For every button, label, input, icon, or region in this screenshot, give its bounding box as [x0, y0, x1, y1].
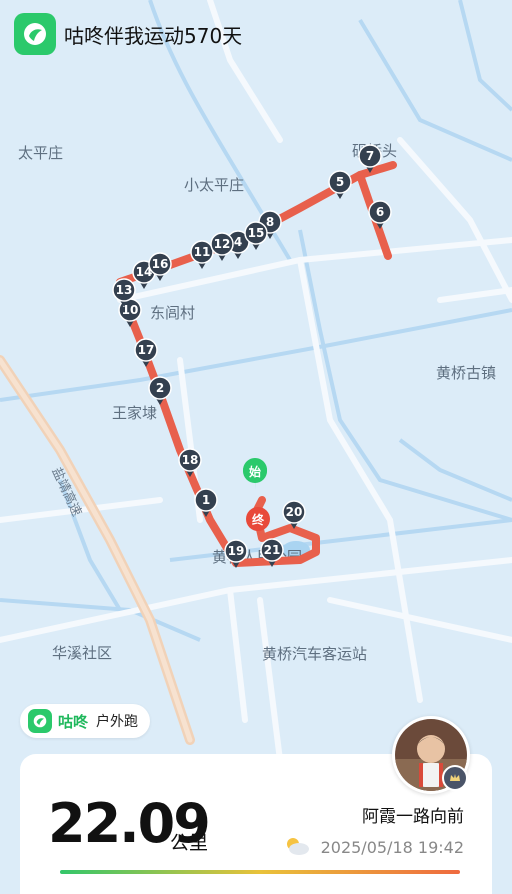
route-marker-label: 21	[264, 543, 281, 557]
route-marker-label: 8	[266, 215, 274, 229]
partly-cloudy-icon	[287, 838, 309, 855]
route-marker-label: 17	[138, 343, 155, 357]
crown-badge-icon	[442, 765, 468, 791]
end-marker[interactable]: 终	[246, 507, 270, 531]
place-label: 黄桥汽车客运站	[262, 645, 367, 663]
route-marker-label: 19	[228, 544, 245, 558]
route-marker-label: 11	[194, 245, 211, 259]
route-marker-label: 6	[376, 205, 384, 219]
route-marker-label: 1	[202, 493, 210, 507]
route-marker-label: 7	[366, 149, 374, 163]
route-marker-label: 2	[156, 381, 164, 395]
place-label: 小太平庄	[184, 176, 244, 194]
place-label: 华溪社区	[52, 644, 112, 662]
pace-gradient-bar	[60, 870, 460, 874]
header: 咕咚伴我运动570天	[14, 12, 242, 56]
brand-name: 咕咚	[58, 712, 89, 731]
distance-unit: 公里	[170, 832, 209, 854]
end-label: 终	[252, 512, 265, 527]
activity-type-badge: 咕咚 户外跑	[20, 704, 151, 738]
route-marker-label: 16	[152, 257, 169, 271]
place-label: 太平庄	[18, 144, 63, 162]
route-marker-label: 18	[182, 453, 199, 467]
username: 阿霞一路向前	[362, 807, 464, 827]
place-label: 王家埭	[112, 404, 157, 422]
activity-datetime: 2025/05/18 19:42	[320, 838, 464, 857]
route-marker-label: 15	[248, 226, 265, 240]
route-marker-label: 20	[286, 505, 303, 519]
route-marker-label: 12	[214, 237, 231, 251]
start-label: 始	[249, 464, 261, 479]
route-marker-label: 4	[234, 235, 242, 249]
activity-type: 户外跑	[96, 714, 139, 730]
place-label: 东闾村	[150, 304, 195, 322]
gudong-logo-icon	[28, 709, 52, 733]
route-marker-label: 5	[336, 175, 344, 189]
place-label: 黄桥古镇	[436, 364, 496, 382]
gudong-app-icon	[14, 13, 56, 55]
route-marker-label: 13	[116, 283, 133, 297]
page-title: 咕咚伴我运动570天	[64, 23, 243, 48]
